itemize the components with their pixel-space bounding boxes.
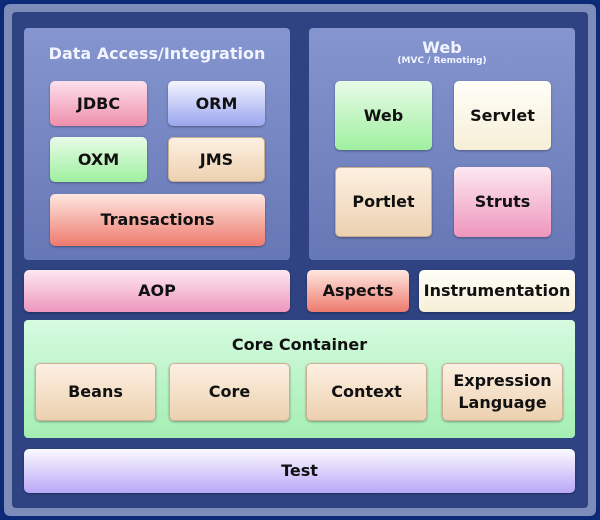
module-struts: Struts (454, 167, 551, 237)
core-container-title: Core Container (231, 335, 368, 354)
module-orm: ORM (168, 81, 265, 126)
module-context: Context (306, 363, 427, 421)
module-instrumentation: Instrumentation (419, 270, 575, 312)
data-access-title: Data Access/Integration (48, 44, 266, 63)
module-expression-language: Expression Language (442, 363, 563, 421)
module-servlet: Servlet (454, 81, 551, 150)
module-aop: AOP (24, 270, 290, 312)
module-oxm: OXM (50, 137, 147, 182)
module-aspects: Aspects (307, 270, 409, 312)
web-subtitle: (MVC / Remoting) (397, 56, 487, 66)
module-test: Test (24, 449, 575, 493)
module-transactions: Transactions (50, 194, 265, 246)
module-core: Core (169, 363, 290, 421)
module-beans: Beans (35, 363, 156, 421)
web-title: Web (422, 38, 462, 57)
module-jdbc: JDBC (50, 81, 147, 126)
module-jms: JMS (168, 137, 265, 182)
module-portlet: Portlet (335, 167, 432, 237)
module-web: Web (335, 81, 432, 150)
